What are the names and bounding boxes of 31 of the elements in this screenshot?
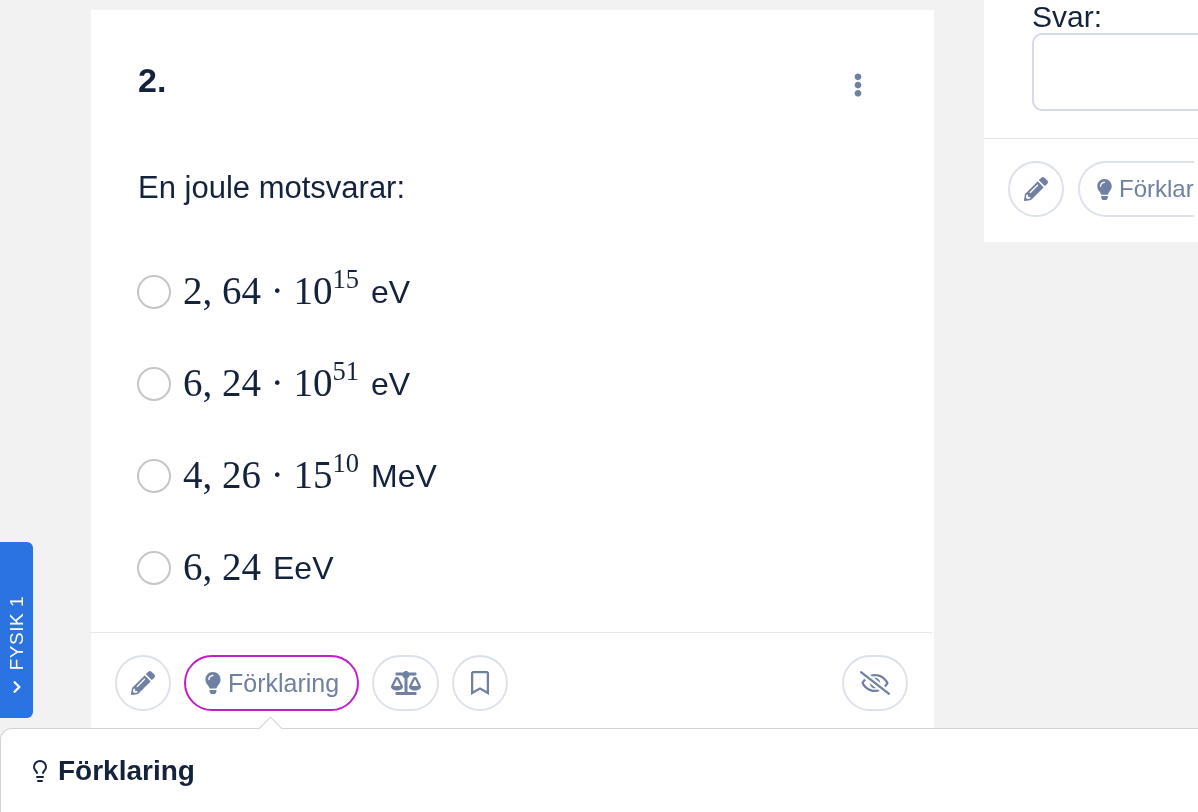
option-value: 6, 24 (183, 546, 261, 586)
radio-button[interactable] (137, 459, 171, 493)
explanation-button[interactable]: Förklar (1078, 161, 1194, 217)
option-unit: MeV (371, 460, 437, 492)
radio-button[interactable] (137, 551, 171, 585)
eye-off-icon (860, 668, 890, 698)
option-value: 2, 64 · 10$^{15}$ (183, 270, 359, 310)
panel-title: Förklaring (58, 754, 195, 788)
balance-button[interactable] (372, 655, 440, 711)
pencil-icon (131, 671, 155, 695)
side-tab-label: FYSIK 1 (7, 595, 26, 670)
question-prompt: En joule motsvarar: (137, 169, 407, 207)
option-unit: eV (371, 276, 411, 308)
answer-field[interactable] (1032, 33, 1198, 111)
edit-button[interactable] (115, 655, 171, 711)
radio-button[interactable] (137, 367, 171, 401)
lightbulb-icon (1094, 178, 1115, 200)
balance-scale-icon (390, 668, 421, 698)
edit-button[interactable] (1008, 161, 1064, 217)
radio-button[interactable] (137, 275, 171, 309)
explanation-button[interactable]: Förklaring (184, 655, 360, 711)
side-tab[interactable]: FYSIK 1 (0, 542, 33, 718)
hide-button[interactable] (842, 655, 908, 711)
option-value: 4, 26 · 15$^{10}$ (183, 454, 359, 494)
option-value: 6, 24 · 10$^{51}$ (183, 362, 359, 402)
pencil-icon (1024, 177, 1048, 201)
option-unit: eV (371, 368, 411, 400)
option-unit: EeV (273, 552, 334, 584)
lightbulb-icon (202, 672, 224, 694)
question-number: 2. (138, 60, 167, 100)
answer-label: Svar: (1031, 0, 1104, 33)
